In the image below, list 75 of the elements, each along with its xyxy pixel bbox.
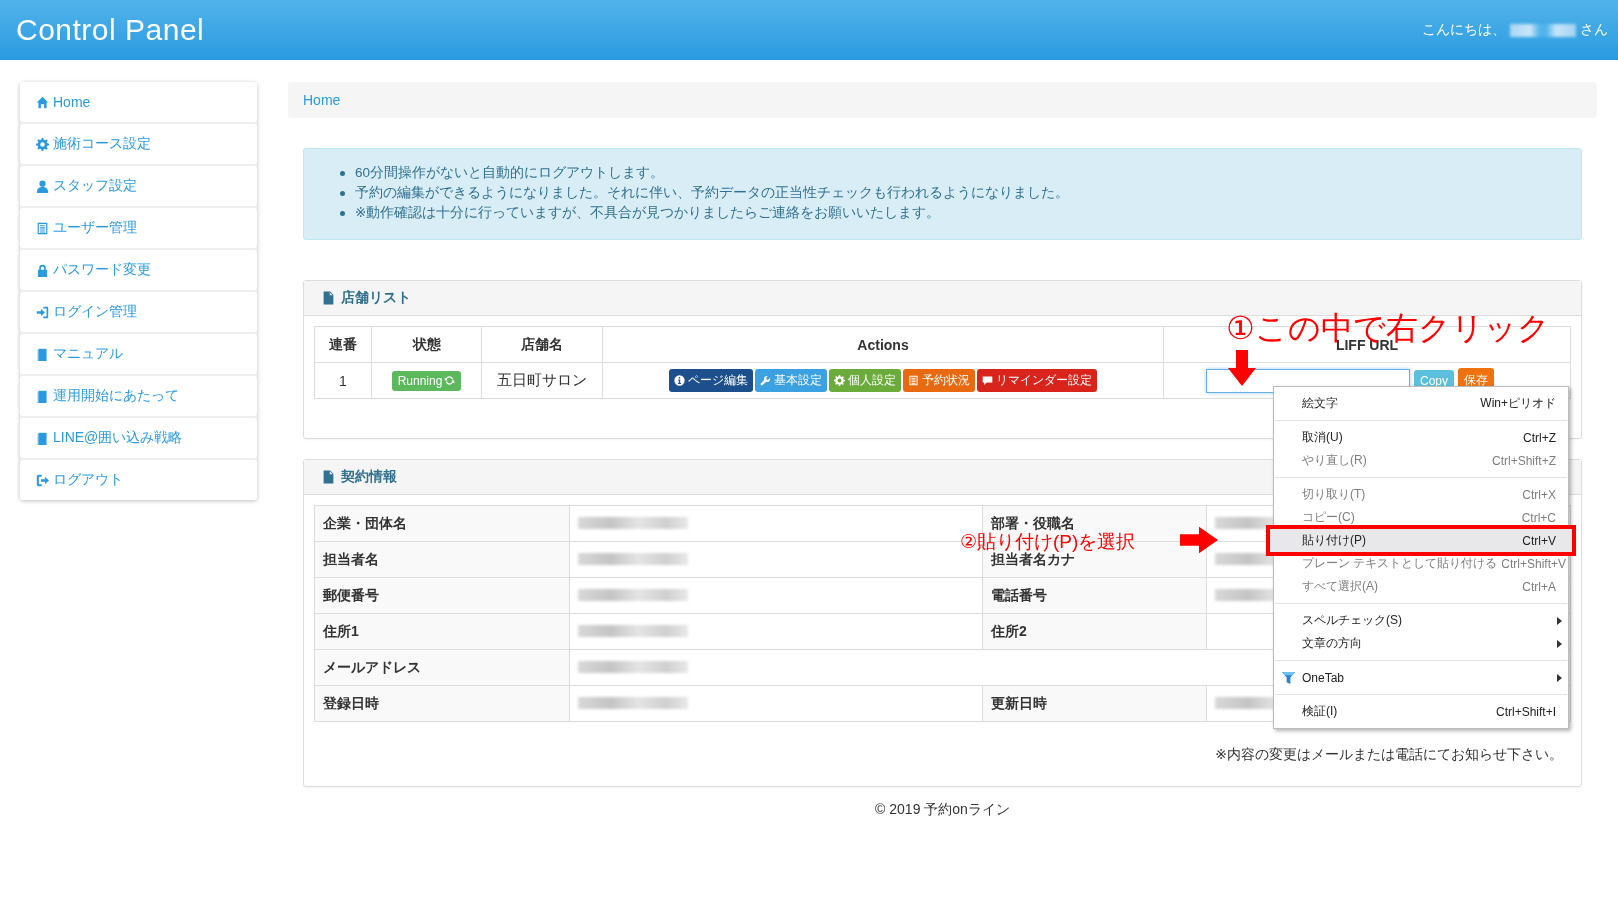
copyright-text: © 2019 予約onライン [874, 801, 1011, 819]
user-icon [36, 179, 49, 193]
breadcrumb-link[interactable]: Home [303, 92, 341, 108]
sidebar-item[interactable]: ログアウト [20, 460, 257, 500]
field-label: 郵便番号 [314, 577, 570, 614]
list-icon [36, 221, 49, 235]
menu-item[interactable]: 絵文字 Win+ピリオド [1274, 392, 1568, 415]
column-header: Actions [602, 326, 1164, 363]
action-button[interactable]: ページ編集 [669, 369, 753, 392]
submenu-arrow-icon [1557, 616, 1562, 625]
logout-icon [36, 473, 49, 487]
lock-icon [36, 263, 49, 277]
table-cell: 1 [314, 362, 372, 399]
sidebar-item[interactable]: Home [20, 82, 257, 122]
login-icon [36, 305, 49, 319]
gear-icon [36, 137, 49, 151]
gear-icon [834, 375, 845, 386]
sidebar-item[interactable]: マニュアル [20, 334, 257, 374]
notice-text: 予約の編集ができるようになりました。それに伴い、予約データの正当性チェックも行われるようになりました。 [355, 184, 1069, 202]
book-icon [36, 431, 49, 445]
field-label: 住所1 [314, 613, 570, 650]
greeting-text: こんにちは、 [1422, 21, 1506, 39]
sidebar-item[interactable]: ユーザー管理 [20, 208, 257, 248]
bullet-icon [340, 190, 345, 196]
wrench-icon [760, 375, 771, 386]
table-cell: 五日町サロン [481, 362, 603, 399]
field-label: 更新日時 [982, 685, 1207, 722]
file-icon [322, 470, 335, 484]
field-label: 電話番号 [982, 577, 1207, 614]
field-label: 住所2 [982, 613, 1207, 650]
sidebar-item[interactable]: パスワード変更 [20, 250, 257, 290]
greeting-text: さん [1580, 21, 1608, 39]
home-icon [36, 95, 49, 109]
annotation-text: ②貼り付け(P)を選択 [960, 532, 1136, 551]
panel-title: 契約情報 [341, 468, 397, 486]
action-button[interactable]: 個人設定 [829, 369, 901, 392]
info-icon [674, 375, 685, 386]
arrow-icon [1180, 526, 1218, 554]
sidebar-item[interactable]: LINE@囲い込み戦略 [20, 418, 257, 458]
menu-item[interactable]: 取消(U) Ctrl+Z [1274, 426, 1568, 449]
book-icon [36, 389, 49, 403]
notice-text: 60分間操作がないと自動的にログアウトします。 [355, 164, 665, 182]
refresh-icon [444, 375, 456, 386]
field-label: 担当者名 [314, 541, 570, 578]
action-button[interactable]: 予約状況 [903, 369, 975, 392]
funnel-icon [1280, 670, 1296, 685]
bullet-icon [340, 170, 345, 176]
note-text: ※内容の変更はメールまたは電話にてお知らせ下さい。 [1214, 746, 1563, 764]
action-button[interactable]: 基本設定 [755, 369, 827, 392]
menu-item[interactable]: 文章の方向 [1274, 632, 1568, 655]
sidebar-item[interactable]: 運用開始にあたって [20, 376, 257, 416]
field-label: 企業・団体名 [314, 505, 570, 542]
panel-title: 店舗リスト [341, 289, 411, 307]
submenu-arrow-icon [1557, 673, 1562, 682]
field-label: メールアドレス [314, 649, 570, 686]
arrow-icon [1228, 350, 1256, 386]
menu-item[interactable]: OneTab [1274, 666, 1568, 689]
comment-icon [982, 375, 993, 386]
file-icon [322, 291, 335, 305]
field-label: 登録日時 [314, 685, 570, 722]
column-header: 状態 [371, 326, 482, 363]
menu-item[interactable]: スペルチェック(S) [1274, 609, 1568, 632]
submenu-arrow-icon [1557, 639, 1562, 648]
column-header: 連番 [314, 326, 372, 363]
bullet-icon [340, 210, 345, 216]
sidebar-item[interactable]: 施術コース設定 [20, 124, 257, 164]
list-icon [908, 375, 919, 386]
sidebar-item[interactable]: スタッフ設定 [20, 166, 257, 206]
sidebar-item[interactable]: ログイン管理 [20, 292, 257, 332]
action-button[interactable]: リマインダー設定 [977, 369, 1097, 392]
book-icon [36, 347, 49, 361]
app-title: Control Panel [16, 13, 205, 47]
notice-text: ※動作確認は十分に行っていますが、不具合が見つかりましたらご連絡をお願いいたします。 [355, 204, 941, 222]
status-button[interactable]: Running [391, 370, 462, 391]
column-header: 店舗名 [481, 326, 603, 363]
